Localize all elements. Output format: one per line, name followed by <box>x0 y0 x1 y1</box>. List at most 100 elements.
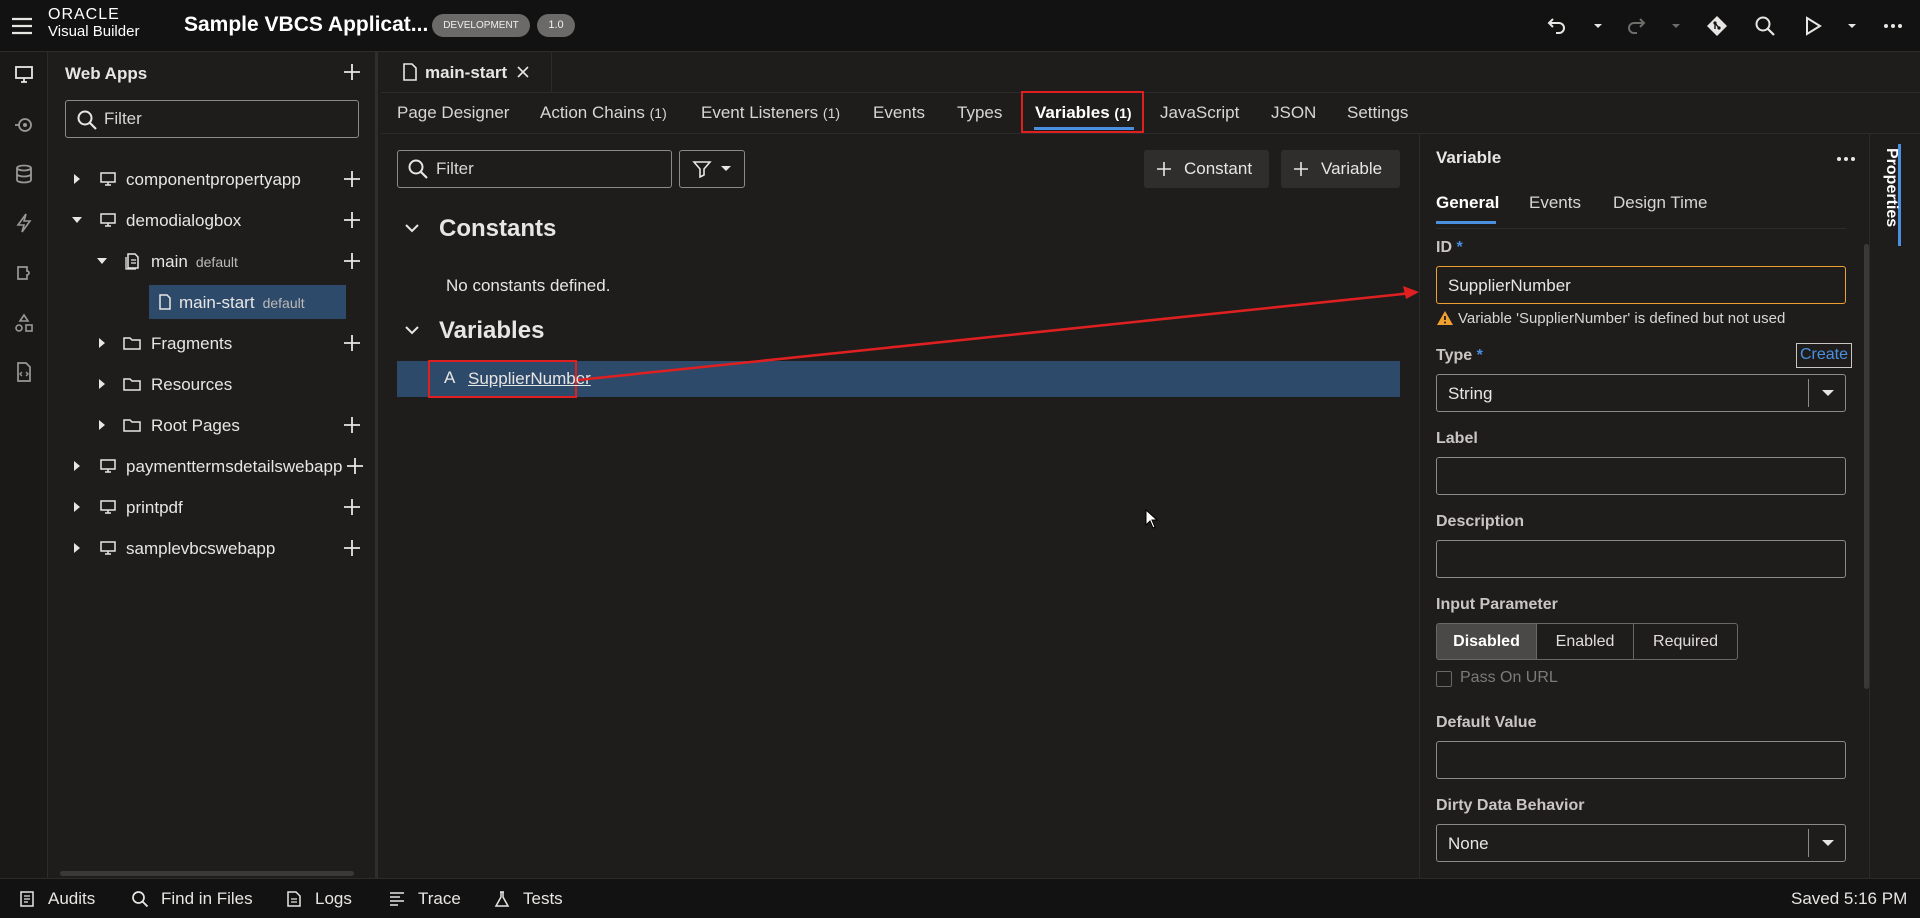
tree-item-default-tag: default <box>262 295 305 311</box>
id-label: ID * <box>1436 239 1463 257</box>
properties-panel: Variable General Events Design Time ID *… <box>1419 134 1869 878</box>
add-to-samplevbcswebapp-button[interactable] <box>343 539 361 557</box>
navigator-filter-input[interactable]: Filter <box>65 100 359 138</box>
trace-button[interactable]: Trace <box>390 889 461 909</box>
create-type-link[interactable]: Create <box>1796 343 1853 368</box>
tree-item-label: paymenttermsdetailswebapp <box>126 457 343 476</box>
find-in-files-button[interactable]: Find in Files <box>132 889 253 909</box>
audits-label: Audits <box>48 889 96 908</box>
search-icon[interactable] <box>1753 14 1777 38</box>
tabs-divider <box>1436 228 1846 229</box>
page-icon <box>159 294 171 310</box>
tab-general[interactable]: General <box>1436 193 1499 213</box>
add-fragment-button[interactable] <box>343 334 361 352</box>
tab-design-time[interactable]: Design Time <box>1613 193 1707 213</box>
add-to-main-button[interactable] <box>343 252 361 270</box>
expand-caret-icon[interactable] <box>71 460 83 472</box>
collapse-caret-icon[interactable] <box>71 214 83 226</box>
web-app-icon <box>100 213 116 227</box>
expand-caret-icon[interactable] <box>71 542 83 554</box>
git-icon[interactable] <box>1705 14 1729 38</box>
annotation-arrow <box>577 286 1419 382</box>
tree-item-main-start[interactable]: main-start default <box>48 285 378 319</box>
id-label-text: ID <box>1436 239 1452 256</box>
search-icon <box>132 891 149 908</box>
tests-label: Tests <box>523 889 563 908</box>
type-select[interactable]: String <box>1436 374 1846 412</box>
hamburger-menu-icon[interactable] <box>10 14 34 38</box>
more-options-icon[interactable] <box>1881 14 1905 38</box>
navigator-horizontal-scrollbar[interactable] <box>60 871 354 876</box>
dirty-data-behavior-select[interactable]: None <box>1436 824 1846 862</box>
source-files-icon[interactable] <box>12 360 36 384</box>
tree-item-paymenttermsdetailswebapp[interactable]: paymenttermsdetailswebapp <box>48 449 378 483</box>
expand-caret-icon[interactable] <box>96 419 108 431</box>
tree-item-fragments[interactable]: Fragments <box>48 326 378 360</box>
tree-item-label: Resources <box>151 375 233 394</box>
expand-caret-icon[interactable] <box>96 378 108 390</box>
input-param-required-option[interactable]: Required <box>1633 623 1738 660</box>
tab-events[interactable]: Events <box>1529 193 1581 213</box>
tree-item-samplevbcswebapp[interactable]: samplevbcswebapp <box>48 531 378 565</box>
label-field[interactable] <box>1436 457 1846 495</box>
tree-item-label: Fragments <box>151 334 233 353</box>
add-to-paymenttermsdetailswebapp-button[interactable] <box>346 457 364 475</box>
audits-button[interactable]: Audits <box>20 889 96 909</box>
tree-item-demodialogbox[interactable]: demodialogbox <box>48 203 378 237</box>
tree-item-label: samplevbcswebapp <box>126 539 276 558</box>
run-options-chevron-icon[interactable] <box>1840 14 1864 38</box>
run-icon[interactable] <box>1800 14 1824 38</box>
tree-item-main-flow[interactable]: main default <box>48 244 378 278</box>
logs-button[interactable]: Logs <box>287 889 352 909</box>
layouts-icon[interactable] <box>12 311 36 335</box>
tree-item-label: Root Pages <box>151 416 240 435</box>
properties-title: Variable <box>1436 148 1502 167</box>
properties-side-strip: Properties <box>1869 134 1920 878</box>
flask-icon <box>494 891 510 907</box>
expand-caret-icon[interactable] <box>71 501 83 513</box>
web-apps-icon[interactable] <box>12 62 36 86</box>
redo-history-chevron-icon[interactable] <box>1664 14 1688 38</box>
tree-item-root-pages[interactable]: Root Pages <box>48 408 378 442</box>
id-field[interactable]: SupplierNumber <box>1436 266 1846 304</box>
redo-icon[interactable] <box>1624 14 1648 38</box>
business-objects-icon[interactable] <box>12 162 36 186</box>
saved-status: Saved 5:16 PM <box>1791 889 1908 908</box>
undo-icon[interactable] <box>1545 14 1569 38</box>
collapse-caret-icon[interactable] <box>96 255 108 267</box>
input-param-enabled-option[interactable]: Enabled <box>1536 623 1634 660</box>
properties-side-tab[interactable]: Properties <box>1882 148 1900 227</box>
expand-caret-icon[interactable] <box>96 337 108 349</box>
properties-menu-icon[interactable] <box>1836 156 1856 162</box>
services-icon[interactable] <box>12 113 36 137</box>
processes-lightning-icon[interactable] <box>12 211 36 235</box>
chevron-down-icon <box>1822 840 1834 846</box>
default-value-field[interactable] <box>1436 741 1846 779</box>
add-to-componentpropertyapp-button[interactable] <box>343 170 361 188</box>
components-icon[interactable] <box>12 261 36 285</box>
id-field-value: SupplierNumber <box>1448 276 1571 295</box>
undo-history-chevron-icon[interactable] <box>1586 14 1610 38</box>
folder-icon <box>123 337 141 350</box>
tree-item-resources[interactable]: Resources <box>48 367 378 401</box>
trace-icon <box>390 892 404 906</box>
expand-caret-icon[interactable] <box>71 173 83 185</box>
select-divider <box>1808 829 1809 857</box>
chevron-down-icon <box>1822 390 1834 396</box>
input-param-disabled-option[interactable]: Disabled <box>1436 623 1537 660</box>
add-to-printpdf-button[interactable] <box>343 498 361 516</box>
tree-item-printpdf[interactable]: printpdf <box>48 490 378 524</box>
status-bar: Audits Find in Files Logs Trace Tests Sa… <box>0 878 1920 918</box>
description-field[interactable] <box>1436 540 1846 578</box>
add-web-app-button[interactable] <box>343 63 361 81</box>
pass-on-url-checkbox[interactable] <box>1436 671 1452 687</box>
add-root-page-button[interactable] <box>343 416 361 434</box>
app-title[interactable]: Sample VBCS Applicat... <box>184 13 428 37</box>
tree-item-label: demodialogbox <box>126 211 242 230</box>
folder-icon <box>123 378 141 391</box>
tests-button[interactable]: Tests <box>494 889 563 909</box>
dirty-data-behavior-label: Dirty Data Behavior <box>1436 797 1585 814</box>
tree-item-componentpropertyapp[interactable]: componentpropertyapp <box>48 162 378 196</box>
required-marker: * <box>1476 347 1483 364</box>
add-to-demodialogbox-button[interactable] <box>343 211 361 229</box>
